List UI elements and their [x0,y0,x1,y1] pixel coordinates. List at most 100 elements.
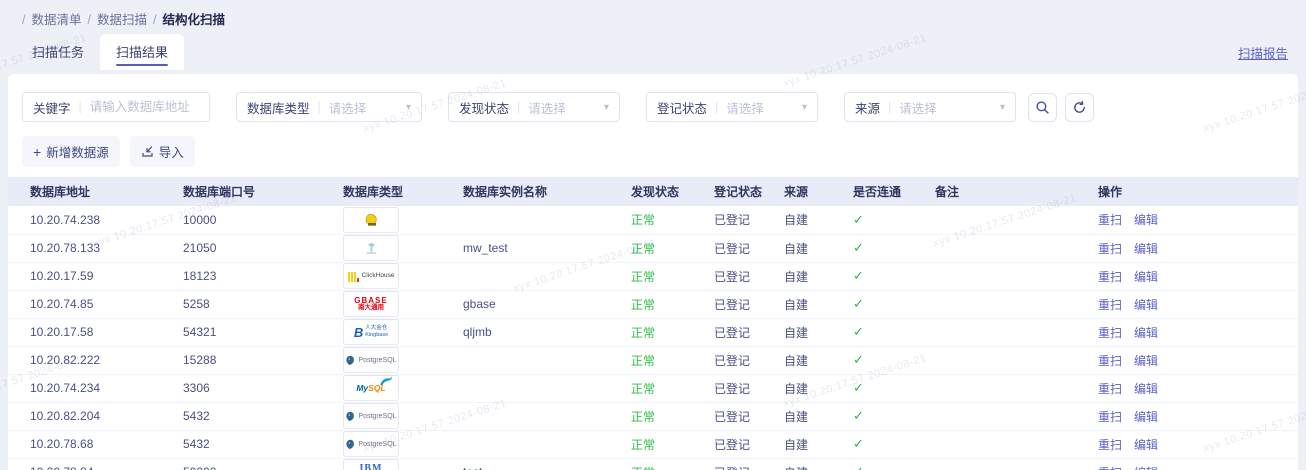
connected-check-icon: ✓ [853,464,864,470]
discover-status: 正常 [631,326,655,340]
db-address: 10.20.78.68 [30,437,93,451]
breadcrumb-current: 结构化扫描 [162,13,225,27]
register-status: 已登记 [714,242,750,256]
connected-check-icon: ✓ [853,212,864,227]
reset-button[interactable] [1065,93,1094,122]
chevron-down-icon: ▾ [604,102,609,113]
register-status: 已登记 [714,326,750,340]
discover-status: 正常 [631,270,655,284]
db-port: 5432 [183,437,210,451]
source: 自建 [784,298,808,312]
db-instance-name: qljmb [463,325,492,339]
connected-check-icon: ✓ [853,352,864,367]
keyword-filter[interactable]: 关键字 | [22,92,210,122]
discover-status: 正常 [631,242,655,256]
postgresql-logo: PostgreSQL [343,403,399,429]
breadcrumb-item[interactable]: 数据清单 [31,13,81,27]
discover-status: 正常 [631,438,655,452]
rescan-link[interactable]: 重扫 [1098,213,1122,227]
reset-icon [1072,100,1087,115]
edit-link[interactable]: 编辑 [1134,354,1158,368]
db-port: 5258 [183,297,210,311]
column-header: 备注 [925,177,1088,206]
edit-link[interactable]: 编辑 [1134,382,1158,396]
edit-link[interactable]: 编辑 [1134,270,1158,284]
discover-status-select[interactable]: 发现状态 | 请选择 ▾ [448,92,620,122]
mysql-logo: MySQL [343,375,399,401]
table-actions: + 新增数据源 导入 [8,122,1298,177]
source: 自建 [784,242,808,256]
connected-check-icon: ✓ [853,380,864,395]
rescan-link[interactable]: 重扫 [1098,466,1122,470]
db-address: 10.20.78.133 [30,241,100,255]
db-address: 10.20.82.204 [30,409,100,423]
db-port: 15288 [183,353,216,367]
db-address: 10.20.17.58 [30,325,93,339]
db-instance-name: test [463,465,482,470]
db-port: 18123 [183,269,216,283]
table-row: 10.20.17.58 54321 B人大金仓Kingbase qljmb 正常… [8,318,1298,346]
register-status: 已登记 [714,382,750,396]
db-instance-name: gbase [463,297,496,311]
table-row: 10.20.17.59 18123 ClickHouse 正常 已登记 自建 ✓… [8,262,1298,290]
source: 自建 [784,213,808,227]
register-status: 已登记 [714,410,750,424]
db-type-select[interactable]: 数据库类型 | 请选择 ▾ [236,92,422,122]
edit-link[interactable]: 编辑 [1134,326,1158,340]
column-header: 数据库类型 [333,177,453,206]
rescan-link[interactable]: 重扫 [1098,298,1122,312]
discover-status: 正常 [631,213,655,227]
rescan-link[interactable]: 重扫 [1098,354,1122,368]
import-button[interactable]: 导入 [130,136,195,167]
column-header: 是否连通 [843,177,925,206]
keyword-input[interactable] [90,100,199,114]
tab-bar: 扫描任务 扫描结果 扫描报告 [0,34,1306,70]
register-status-select[interactable]: 登记状态 | 请选择 ▾ [646,92,818,122]
discover-status: 正常 [631,410,655,424]
rescan-link[interactable]: 重扫 [1098,242,1122,256]
connected-check-icon: ✓ [853,296,864,311]
edit-link[interactable]: 编辑 [1134,298,1158,312]
breadcrumb-item[interactable]: 数据扫描 [97,13,147,27]
register-status: 已登记 [714,438,750,452]
hive-logo [343,207,399,233]
search-button[interactable] [1028,93,1057,122]
scan-report-link[interactable]: 扫描报告 [1238,43,1288,62]
rescan-link[interactable]: 重扫 [1098,270,1122,284]
edit-link[interactable]: 编辑 [1134,466,1158,470]
filter-bar: 关键字 | 数据库类型 | 请选择 ▾ 发现状态 | 请选择 ▾ 登记状态 | … [8,92,1298,122]
kingbase-logo: B人大金仓Kingbase [343,319,399,345]
table-row: 10.20.74.234 3306 MySQL 正常 已登记 自建 ✓ 重扫编辑 [8,374,1298,402]
column-header: 数据库地址 [8,177,173,206]
edit-link[interactable]: 编辑 [1134,438,1158,452]
breadcrumb: /数据清单/数据扫描/结构化扫描 [0,0,1306,34]
table-row: 10.20.74.85 5258 GBASE南大通用 gbase 正常 已登记 … [8,290,1298,318]
rescan-link[interactable]: 重扫 [1098,382,1122,396]
column-header: 数据库端口号 [173,177,333,206]
connected-check-icon: ✓ [853,324,864,339]
table-row: 10.20.82.204 5432 PostgreSQL 正常 已登记 自建 ✓… [8,402,1298,430]
db-address: 10.20.74.85 [30,297,93,311]
rescan-link[interactable]: 重扫 [1098,326,1122,340]
rescan-link[interactable]: 重扫 [1098,410,1122,424]
edit-link[interactable]: 编辑 [1134,242,1158,256]
source-select[interactable]: 来源 | 请选择 ▾ [844,92,1016,122]
connected-check-icon: ✓ [853,240,864,255]
tab-scan-tasks[interactable]: 扫描任务 [16,34,100,70]
db-address: 10.20.74.234 [30,381,100,395]
db-port: 50000 [183,465,216,470]
db-address: 10.20.74.238 [30,213,100,227]
rescan-link[interactable]: 重扫 [1098,438,1122,452]
source: 自建 [784,326,808,340]
table-row: 10.20.74.238 10000 正常 已登记 自建 ✓ 重扫编辑 [8,206,1298,234]
chevron-down-icon: ▾ [1000,102,1005,113]
edit-link[interactable]: 编辑 [1134,410,1158,424]
clickhouse-logo: ClickHouse [343,263,399,289]
postgresql-logo: PostgreSQL [343,347,399,373]
keyword-label: 关键字 [33,98,71,117]
edit-link[interactable]: 编辑 [1134,213,1158,227]
tab-scan-results[interactable]: 扫描结果 [100,34,184,70]
add-datasource-button[interactable]: + 新增数据源 [22,136,120,167]
register-status: 已登记 [714,298,750,312]
search-icon [1035,100,1050,115]
